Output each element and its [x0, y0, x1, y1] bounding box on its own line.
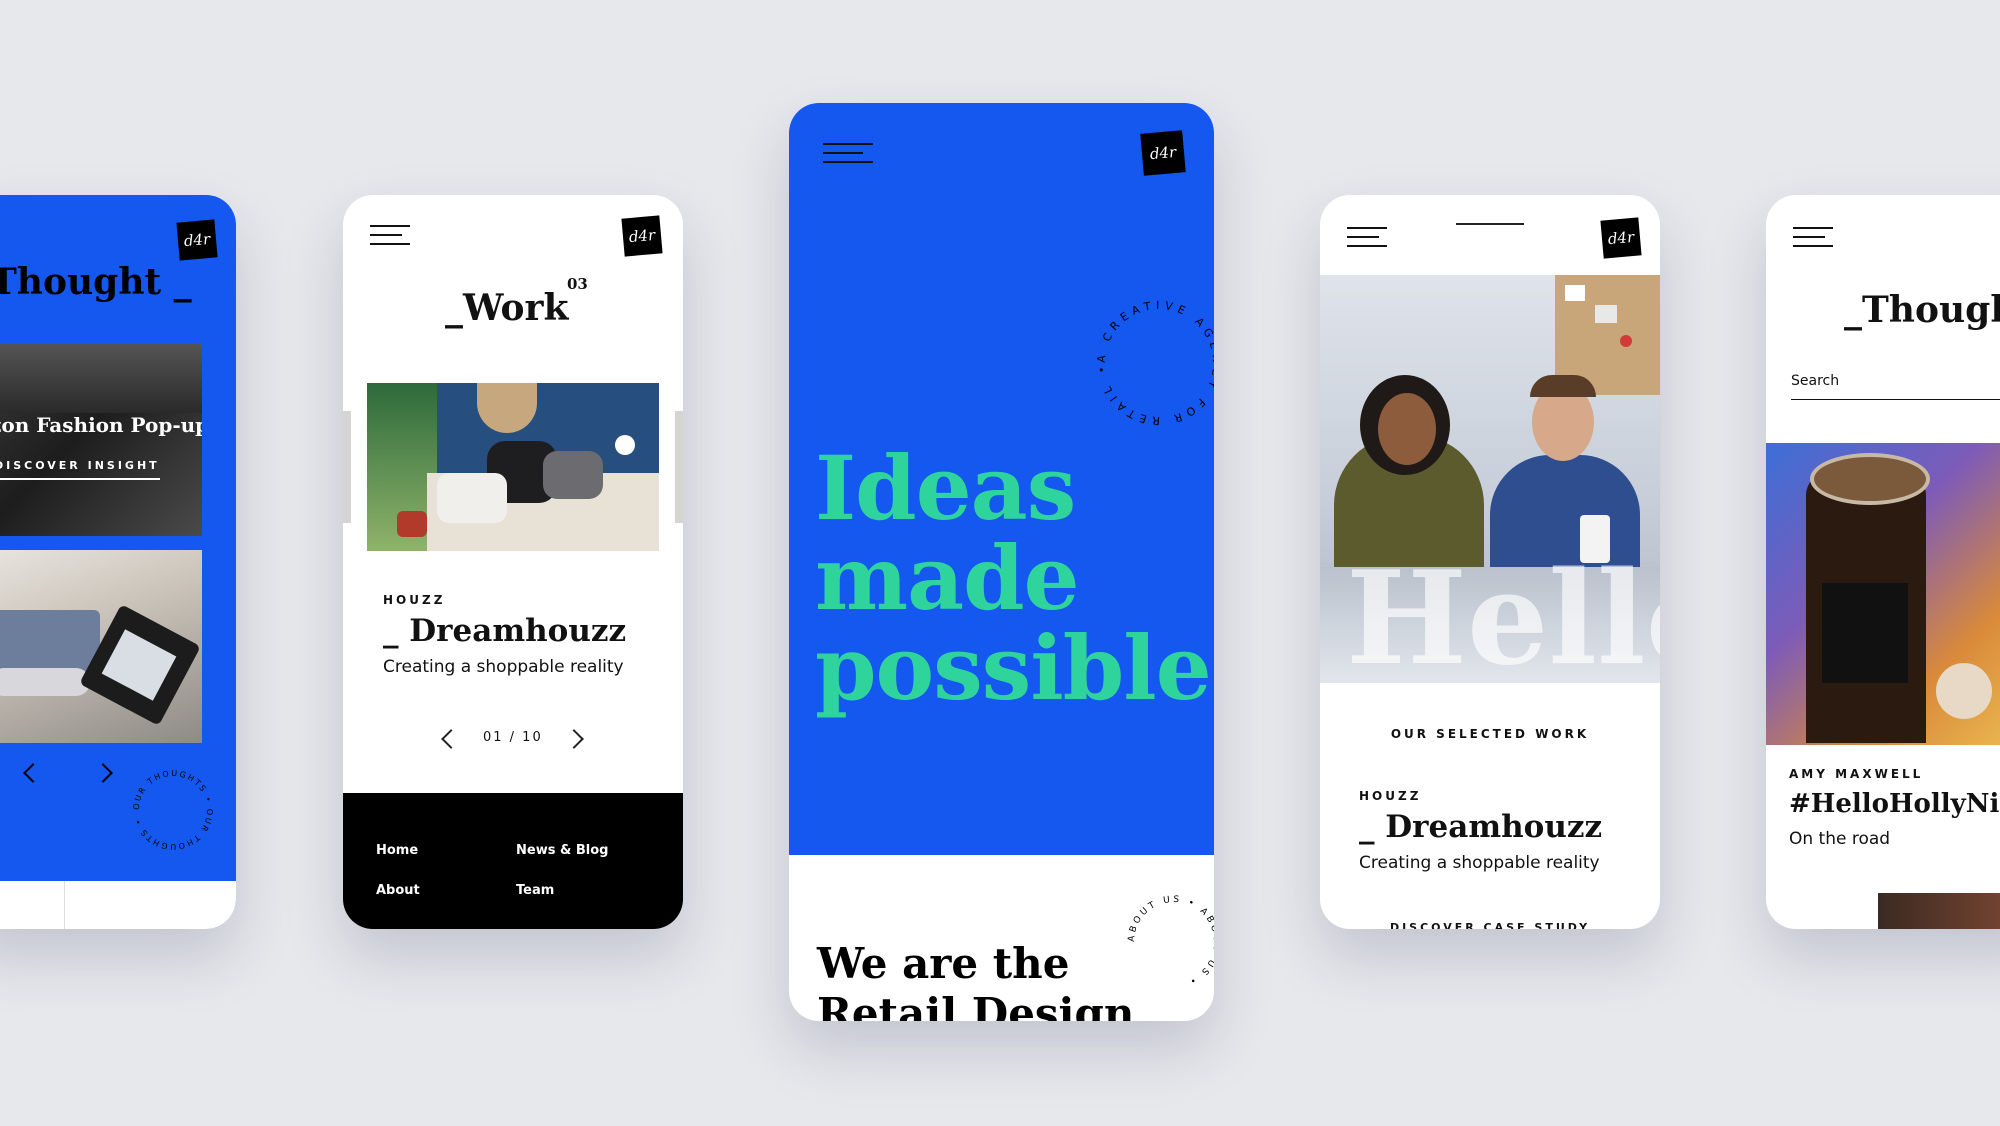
phone-thoughts-left: d4r Thought _ zon Fashion Pop-up DISCOVE… [0, 195, 236, 929]
page-title: Thought _ [0, 261, 192, 303]
hero-line-1: Ideas [815, 436, 1076, 540]
prev-arrow-icon[interactable] [441, 729, 461, 749]
svg-text:ABOUT US • ABOUT US •: ABOUT US • ABOUT US • [1127, 895, 1214, 987]
project-image-dreamhouzz[interactable] [367, 383, 659, 551]
about-line-2: Retail Design [817, 989, 1135, 1021]
hero-headline: Ideas made possible. [815, 443, 1214, 713]
next-arrow-icon[interactable] [93, 763, 113, 783]
post-author: AMY MAXWELL [1789, 767, 1924, 781]
page-number: 03 [567, 275, 588, 293]
our-thoughts-circle-badge: OUR THOUGHTS • OUR THOUGHTS • [132, 769, 214, 851]
page-title: _Work [445, 287, 569, 329]
about-line-1: We are the [817, 939, 1070, 988]
project-client: HOUZZ [383, 593, 446, 607]
card-image-fashion-popup[interactable]: zon Fashion Pop-up DISCOVER INSIGHT [0, 343, 202, 536]
svg-text:OUR THOUGHTS • OUR THOUGHTS •: OUR THOUGHTS • OUR THOUGHTS • [132, 769, 214, 851]
top-indicator [1456, 223, 1524, 225]
brand-logo[interactable]: d4r [176, 219, 218, 261]
hello-watermark: Hello [1346, 544, 1660, 683]
carousel-peek-right [675, 411, 683, 523]
phone-thought-right: _Thought Search AMY MAXWELL #HelloHollyN… [1766, 195, 2000, 929]
carousel-peek-left [343, 411, 351, 523]
hero-line-3: possible. [815, 616, 1214, 720]
menu-icon[interactable] [1347, 227, 1387, 254]
next-arrow-icon[interactable] [564, 729, 584, 749]
phone-home-hero: d4r A CREATIVE AGENCY FOR RETAIL • Ideas… [789, 103, 1214, 1021]
footer-nav: Home News & Blog About Team [343, 793, 683, 929]
prev-arrow-icon[interactable] [23, 763, 43, 783]
menu-icon[interactable] [370, 225, 410, 252]
next-post-image[interactable] [1878, 893, 2000, 929]
brand-logo[interactable]: d4r [621, 215, 663, 257]
discover-insight-link[interactable]: DISCOVER INSIGHT [0, 459, 160, 480]
section-label: OUR SELECTED WORK [1390, 727, 1590, 741]
search-input[interactable]: Search [1791, 373, 2000, 400]
team-meeting-photo: Hello [1320, 275, 1660, 683]
bottom-bar [0, 881, 236, 929]
project-tagline: Creating a shoppable reality [1359, 853, 1600, 873]
pager-count: 01 / 10 [483, 730, 543, 745]
hero-line-2: made [815, 526, 1080, 630]
project-client: HOUZZ [1359, 789, 1422, 803]
post-title[interactable]: #HelloHollyNich [1789, 789, 2000, 819]
card-image-store[interactable] [0, 550, 202, 743]
footer-link-news[interactable]: News & Blog [516, 843, 608, 858]
page-title: _Thought [1844, 289, 2000, 331]
footer-link-about[interactable]: About [376, 883, 420, 898]
footer-link-home[interactable]: Home [376, 843, 418, 858]
hero-section: d4r A CREATIVE AGENCY FOR RETAIL • Ideas… [789, 103, 1214, 855]
creative-agency-circle-badge: A CREATIVE AGENCY FOR RETAIL • [1095, 299, 1214, 427]
menu-icon[interactable] [823, 143, 873, 170]
footer-link-team[interactable]: Team [516, 883, 554, 898]
brand-logo[interactable]: d4r [1140, 130, 1186, 176]
project-title[interactable]: _ Dreamhouzz [1359, 809, 1602, 845]
svg-text:A CREATIVE AGENCY FOR RETAIL •: A CREATIVE AGENCY FOR RETAIL • [1095, 299, 1214, 427]
menu-icon[interactable] [1793, 227, 1833, 254]
discover-case-study-link[interactable]: DISCOVER CASE STUDY [1320, 921, 1660, 929]
card-title: zon Fashion Pop-up [0, 413, 202, 437]
project-tagline: Creating a shoppable reality [383, 657, 624, 677]
phone-hello: d4r Hello OUR SELECTED WORK HOUZZ _ Drea… [1320, 195, 1660, 929]
about-headline: We are the Retail Design [817, 939, 1134, 1021]
post-subtitle: On the road [1789, 829, 1891, 849]
project-title[interactable]: _ Dreamhouzz [383, 613, 626, 649]
brand-logo[interactable]: d4r [1600, 217, 1642, 259]
post-image-bottle[interactable] [1766, 443, 2000, 745]
phone-work: d4r _Work 03 HOUZZ _ Dreamhouzz Creating… [343, 195, 683, 929]
